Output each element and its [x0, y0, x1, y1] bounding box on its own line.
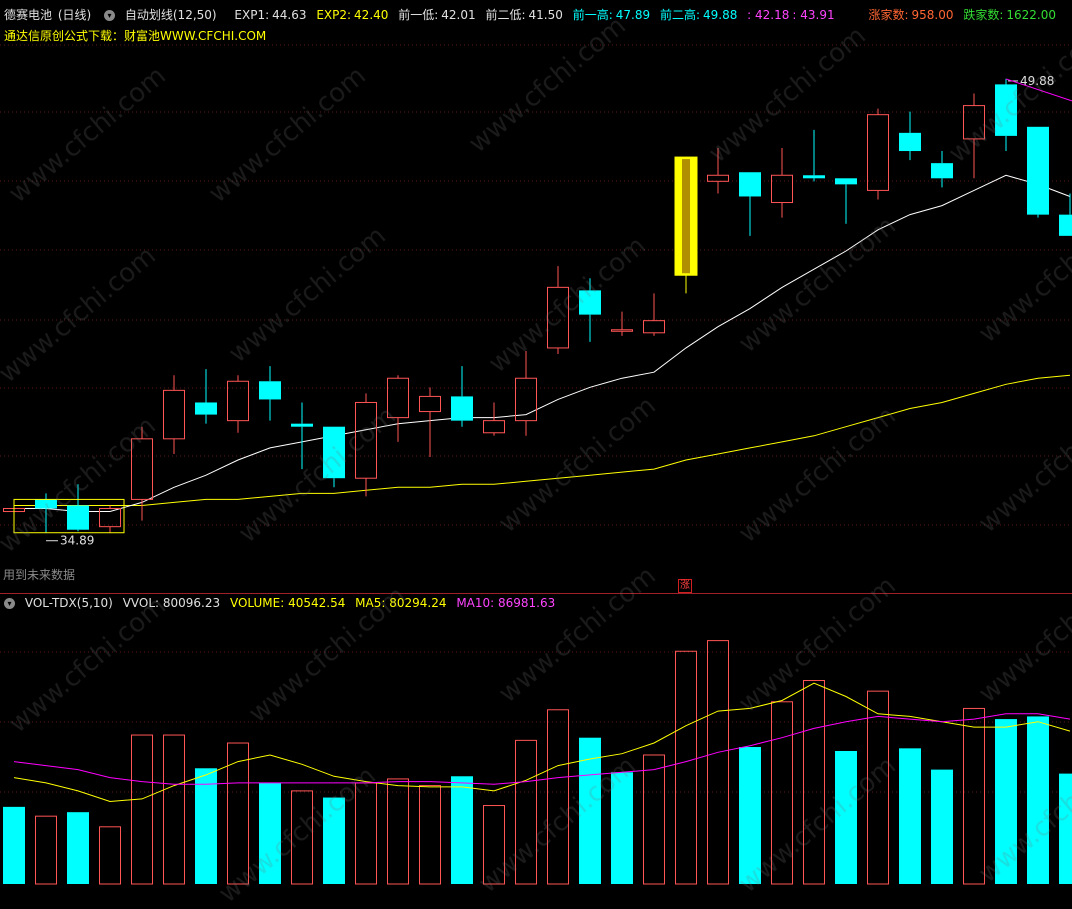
volume-bar-up — [163, 734, 185, 885]
volume-bar-up — [131, 734, 153, 885]
vol-ma10-value: MA10: 86981.63 — [456, 596, 556, 610]
candle-body-up — [771, 174, 793, 204]
candle-body-down — [67, 505, 89, 530]
volume-bar-up — [643, 754, 665, 885]
candle-body-up — [547, 286, 569, 349]
volume-bar-up — [35, 815, 57, 885]
volume-bar-down — [451, 776, 473, 884]
candle-body-up — [867, 114, 889, 191]
candle-body-up — [643, 320, 665, 334]
candle-body-up — [419, 395, 441, 413]
candle-body-up — [355, 401, 377, 479]
volume-bar-up — [387, 778, 409, 885]
candle-body-down — [35, 499, 57, 509]
candle-body-up — [163, 389, 185, 440]
candle-body-down — [323, 426, 345, 479]
vol-header: ▾ VOL-TDX(5,10) VVOL: 80096.23 VOLUME: 4… — [4, 594, 561, 612]
vol-indicator-name[interactable]: VOL-TDX(5,10) — [25, 596, 113, 610]
volume-bar-down — [3, 806, 25, 884]
volume-bar-down — [739, 747, 761, 884]
candle-body-down — [195, 402, 217, 415]
volume-bar-up — [867, 690, 889, 885]
volume-bar-down — [611, 772, 633, 884]
volume-bar-down — [931, 769, 953, 884]
volume-bar-up — [291, 790, 313, 885]
volume-bar-down — [1027, 716, 1049, 884]
candle-body-highlight-core — [682, 159, 690, 274]
volume-bar-up — [419, 785, 441, 885]
volume-bar-down — [579, 737, 601, 884]
volume-bar-down — [835, 751, 857, 884]
candlestick-chart[interactable]: 49.8834.89 — [0, 0, 1072, 593]
volume-bar-up — [483, 805, 505, 885]
vvol-value: VVOL: 80096.23 — [122, 596, 221, 610]
volume-bar-up — [803, 680, 825, 885]
volume-bar-up — [99, 826, 121, 885]
candle-body-up — [483, 420, 505, 434]
volume-bar-up — [771, 701, 793, 885]
candle-body-up — [227, 380, 249, 422]
candle-body-down — [1059, 214, 1072, 236]
volume-value: VOLUME: 40542.54 — [229, 596, 346, 610]
candle-body-up — [611, 329, 633, 332]
chevron-down-icon[interactable]: ▾ — [4, 598, 15, 609]
volume-bar-up — [963, 707, 985, 885]
candle-body-down — [803, 175, 825, 179]
candle-body-down — [291, 423, 313, 427]
candle-body-down — [451, 396, 473, 421]
future-data-label: 用到未来数据 — [3, 568, 76, 582]
volume-bar-up — [355, 782, 377, 885]
candle-body-up — [131, 438, 153, 500]
vol-ma5-value: MA5: 80294.24 — [355, 596, 447, 610]
volume-bar-down — [995, 719, 1017, 884]
candle-body-down — [995, 84, 1017, 136]
volume-bar-down — [259, 782, 281, 884]
candle-body-down — [835, 178, 857, 185]
ma-short-line — [14, 174, 1071, 512]
candle-body-down — [1027, 126, 1049, 215]
volume-bar-down — [323, 797, 345, 884]
candle-body-up — [387, 377, 409, 419]
candle-body-down — [579, 290, 601, 315]
volume-bar-down — [1059, 773, 1072, 884]
volume-bar-down — [195, 768, 217, 884]
volume-bar-up — [675, 650, 697, 885]
limit-up-marker: 涨 — [678, 579, 692, 593]
volume-bar-up — [515, 739, 537, 885]
candle-body-down — [899, 132, 921, 152]
volume-chart[interactable] — [0, 612, 1072, 889]
ma-long-line — [14, 374, 1071, 506]
candle-body-down — [739, 172, 761, 197]
candle-body-up — [963, 105, 985, 140]
volume-bar-down — [899, 748, 921, 884]
low-price-label: 34.89 — [60, 534, 94, 548]
candle-body-up — [707, 174, 729, 182]
candle-body-down — [259, 381, 281, 400]
candle-body-down — [931, 163, 953, 179]
volume-bar-up — [547, 709, 569, 885]
volume-bar-up — [707, 640, 729, 885]
volume-bar-down — [67, 812, 89, 884]
